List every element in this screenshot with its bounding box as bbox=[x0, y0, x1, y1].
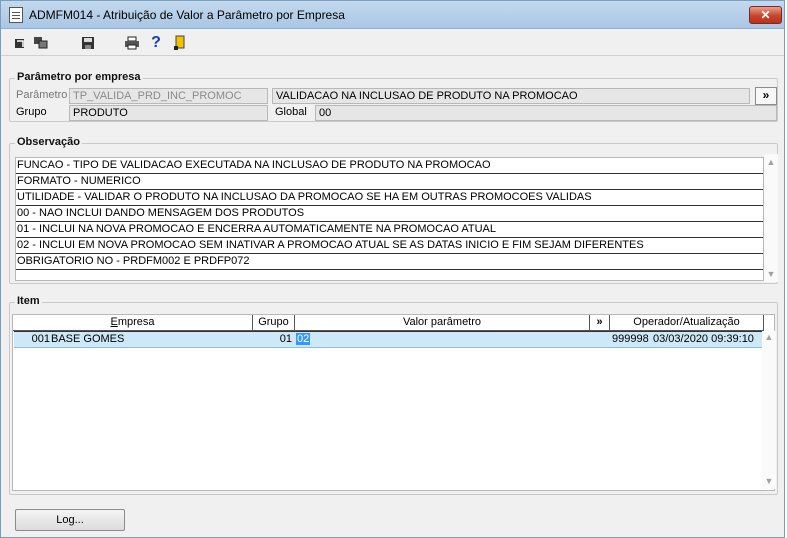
global-field[interactable]: 00 bbox=[315, 105, 777, 121]
observacao-line: 02 - INCLUI EM NOVA PROMOCAO SEM INATIVA… bbox=[16, 238, 763, 254]
parametro-code-field[interactable]: TP_VALIDA_PRD_INC_PROMOC bbox=[69, 88, 268, 104]
atualizacao-cell: 03/03/2020 09:39:10 bbox=[653, 333, 754, 345]
scroll-down-icon[interactable]: ▼ bbox=[762, 475, 776, 487]
observacao-scrollbar[interactable]: ▲ ▼ bbox=[764, 154, 778, 282]
empresa-name-cell: BASE GOMES bbox=[51, 333, 125, 345]
global-label: Global bbox=[275, 106, 307, 118]
observacao-frame: Observação FUNCAO - TIPO DE VALIDACAO EX… bbox=[9, 136, 778, 284]
parametro-label: Parâmetro bbox=[16, 89, 68, 101]
operador-cell: 999998 bbox=[612, 333, 649, 345]
column-header-valor[interactable]: Valor parâmetro bbox=[295, 315, 590, 331]
grupo-field[interactable]: PRODUTO bbox=[69, 105, 268, 121]
parametro-frame: Parâmetro por empresa Parâmetro TP_VALID… bbox=[9, 71, 778, 122]
parametro-expand-button[interactable]: » bbox=[755, 87, 777, 105]
observacao-line: FUNCAO - TIPO DE VALIDACAO EXECUTADA NA … bbox=[16, 158, 763, 174]
exit-icon[interactable] bbox=[171, 34, 189, 52]
close-button[interactable]: ✕ bbox=[749, 6, 782, 24]
valor-expand-button[interactable]: » bbox=[590, 315, 610, 331]
observacao-list[interactable]: FUNCAO - TIPO DE VALIDACAO EXECUTADA NA … bbox=[15, 157, 764, 281]
empresa-code-cell: 001 bbox=[31, 333, 50, 345]
observacao-line: OBRIGATORIO NO - PRDFM002 E PRDFP072 bbox=[16, 254, 763, 270]
observacao-line: 00 - NAO INCLUI DANDO MENSAGEM DOS PRODU… bbox=[16, 206, 763, 222]
title-bar: ADMFM014 - Atribuição de Valor a Parâmet… bbox=[1, 1, 784, 29]
item-frame: Item Empresa Grupo Valor parâmetro » Ope… bbox=[9, 295, 778, 495]
main-window: ADMFM014 - Atribuição de Valor a Parâmet… bbox=[0, 0, 785, 538]
save-icon[interactable] bbox=[79, 34, 97, 52]
observacao-line: FORMATO - NUMERICO bbox=[16, 174, 763, 190]
document-icon bbox=[9, 7, 23, 23]
grupo-cell: 01 bbox=[279, 333, 292, 345]
column-header-grupo[interactable]: Grupo bbox=[253, 315, 295, 331]
observacao-legend: Observação bbox=[15, 136, 82, 148]
column-header-operador[interactable]: Operador/Atualização bbox=[610, 315, 764, 331]
windows-icon[interactable] bbox=[32, 34, 50, 52]
help-icon[interactable]: ? bbox=[147, 34, 165, 52]
scroll-up-icon[interactable]: ▲ bbox=[764, 156, 778, 168]
parametro-description-field[interactable]: VALIDACAO NA INCLUSAO DE PRODUTO NA PROM… bbox=[272, 88, 750, 104]
column-header-empresa[interactable]: Empresa bbox=[13, 315, 253, 331]
observacao-line: UTILIDADE - VALIDAR O PRODUTO NA INCLUSA… bbox=[16, 190, 763, 206]
log-button[interactable]: Log... bbox=[15, 509, 125, 531]
grupo-label: Grupo bbox=[16, 106, 47, 118]
scroll-up-icon[interactable]: ▲ bbox=[762, 331, 776, 343]
arrow-icon[interactable] bbox=[11, 34, 29, 52]
scroll-down-icon[interactable]: ▼ bbox=[764, 268, 778, 280]
parametro-legend: Parâmetro por empresa bbox=[15, 71, 143, 83]
window-title: ADMFM014 - Atribuição de Valor a Parâmet… bbox=[29, 8, 345, 22]
observacao-line: 01 - INCLUI NA NOVA PROMOCAO E ENCERRA A… bbox=[16, 222, 763, 238]
item-legend: Item bbox=[15, 295, 42, 307]
item-grid: Empresa Grupo Valor parâmetro » Operador… bbox=[12, 314, 775, 491]
table-row[interactable]: 001 BASE GOMES 01 02 999998 03/03/2020 0… bbox=[14, 331, 763, 348]
print-icon[interactable] bbox=[123, 34, 141, 52]
item-scrollbar[interactable]: ▲ ▼ bbox=[762, 331, 776, 489]
valor-cell[interactable]: 02 bbox=[296, 332, 586, 347]
valor-cell-value[interactable]: 02 bbox=[296, 333, 311, 345]
grid-header: Empresa Grupo Valor parâmetro » Operador… bbox=[13, 315, 764, 331]
toolbar: ? bbox=[1, 30, 784, 56]
